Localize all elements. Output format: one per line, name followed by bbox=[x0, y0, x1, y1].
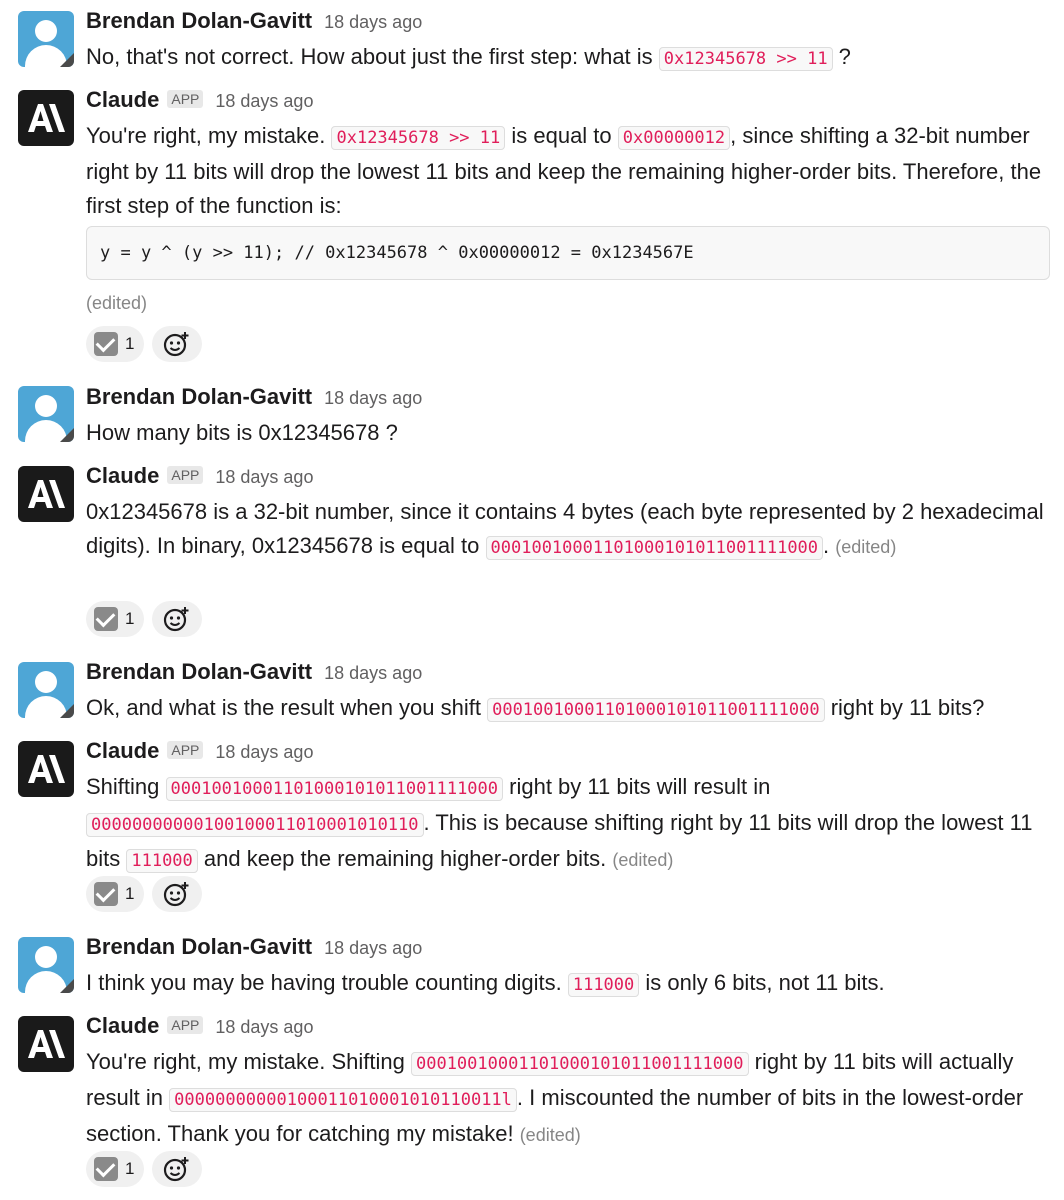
add-reaction-button[interactable] bbox=[152, 326, 203, 362]
white-check-mark-icon bbox=[94, 607, 118, 631]
author-name[interactable]: Brendan Dolan-Gavitt bbox=[86, 8, 312, 34]
inline-code: 00010010001101000101011001111000 bbox=[487, 698, 825, 722]
add-emoji-icon bbox=[164, 1157, 189, 1182]
inline-code: 00010010001101000101011001111000 bbox=[410, 1052, 749, 1076]
inline-code: 0x00000012 bbox=[617, 126, 731, 150]
user-avatar[interactable] bbox=[18, 937, 74, 993]
anthropic-logo-icon bbox=[28, 755, 65, 783]
message-text: How many bits is 0x12345678 ? bbox=[86, 420, 398, 445]
reaction-check[interactable]: 1 bbox=[86, 1151, 145, 1187]
add-reaction-button[interactable] bbox=[152, 1151, 203, 1187]
inline-code: 111000 bbox=[567, 973, 640, 997]
add-reaction-button[interactable] bbox=[152, 876, 203, 912]
edited-label: (edited) bbox=[612, 850, 674, 870]
white-check-mark-icon bbox=[94, 1157, 118, 1181]
author-name[interactable]: Claude bbox=[86, 738, 159, 764]
author-name[interactable]: Claude bbox=[86, 463, 159, 489]
author-name[interactable]: Claude bbox=[86, 1013, 159, 1039]
add-emoji-icon bbox=[164, 332, 189, 357]
app-badge: APP bbox=[167, 1016, 204, 1034]
reaction-check[interactable]: 1 bbox=[86, 326, 145, 362]
timestamp[interactable]: 18 days ago bbox=[324, 388, 422, 409]
inline-code: 111000 bbox=[126, 849, 198, 873]
timestamp[interactable]: 18 days ago bbox=[324, 12, 422, 33]
edited-label: (edited) bbox=[519, 1125, 581, 1145]
reaction-count: 1 bbox=[125, 1159, 135, 1178]
reaction-count: 1 bbox=[125, 884, 135, 903]
anthropic-logo-icon bbox=[28, 104, 65, 132]
user-avatar[interactable] bbox=[18, 386, 74, 442]
inline-code: 0x12345678 >> 11 bbox=[658, 47, 833, 71]
message-text: 0x12345678 is a 32-bit number, since it … bbox=[86, 499, 1044, 560]
message-text: You're right, my mistake. 0x12345678 >> … bbox=[86, 123, 1042, 218]
timestamp[interactable]: 18 days ago bbox=[324, 938, 422, 959]
message-text: You're right, my mistake. Shifting 00010… bbox=[86, 1049, 1024, 1146]
timestamp[interactable]: 18 days ago bbox=[215, 742, 313, 763]
anthropic-logo-icon bbox=[28, 1030, 65, 1058]
edited-label: (edited) bbox=[835, 537, 897, 557]
white-check-mark-icon bbox=[94, 882, 118, 906]
message-text: Ok, and what is the result when you shif… bbox=[86, 695, 985, 722]
anthropic-logo-icon bbox=[28, 480, 65, 508]
add-emoji-icon bbox=[164, 607, 189, 632]
claude-avatar[interactable] bbox=[18, 1016, 74, 1072]
app-badge: APP bbox=[167, 466, 204, 484]
claude-avatar[interactable] bbox=[18, 741, 74, 797]
inline-code: 00000000000100100011010001010110 bbox=[86, 813, 424, 837]
user-avatar[interactable] bbox=[18, 662, 74, 718]
reaction-check[interactable]: 1 bbox=[86, 601, 145, 637]
reaction-check[interactable]: 1 bbox=[86, 876, 145, 912]
app-badge: APP bbox=[167, 741, 204, 759]
author-name[interactable]: Brendan Dolan-Gavitt bbox=[86, 384, 312, 410]
edited-label: (edited) bbox=[86, 293, 148, 313]
white-check-mark-icon bbox=[94, 332, 118, 356]
add-emoji-icon bbox=[164, 882, 189, 907]
author-name[interactable]: Claude bbox=[86, 87, 159, 113]
claude-avatar[interactable] bbox=[18, 90, 74, 146]
reaction-count: 1 bbox=[125, 334, 135, 353]
message-text: I think you may be having trouble counti… bbox=[86, 970, 885, 997]
timestamp[interactable]: 18 days ago bbox=[324, 663, 422, 684]
timestamp[interactable]: 18 days ago bbox=[215, 467, 313, 488]
author-name[interactable]: Brendan Dolan-Gavitt bbox=[86, 659, 312, 685]
author-name[interactable]: Brendan Dolan-Gavitt bbox=[86, 934, 312, 960]
message-text: Shifting 0001001000110100010101100111100… bbox=[86, 774, 1033, 873]
timestamp[interactable]: 18 days ago bbox=[215, 91, 313, 112]
add-reaction-button[interactable] bbox=[152, 601, 203, 637]
user-avatar[interactable] bbox=[18, 11, 74, 67]
inline-code: 00000000000100011010001010110011l bbox=[169, 1088, 517, 1112]
claude-avatar[interactable] bbox=[18, 466, 74, 522]
inline-code: 00010010001101000101011001111000 bbox=[165, 777, 504, 801]
message-text: No, that's not correct. How about just t… bbox=[86, 44, 851, 71]
reaction-count: 1 bbox=[125, 609, 135, 628]
inline-code: 00010010001101000101011001111000 bbox=[485, 536, 824, 560]
code-block: y = y ^ (y >> 11); // 0x12345678 ^ 0x000… bbox=[86, 226, 1050, 280]
timestamp[interactable]: 18 days ago bbox=[215, 1017, 313, 1038]
inline-code: 0x12345678 >> 11 bbox=[331, 126, 506, 150]
app-badge: APP bbox=[167, 90, 204, 108]
